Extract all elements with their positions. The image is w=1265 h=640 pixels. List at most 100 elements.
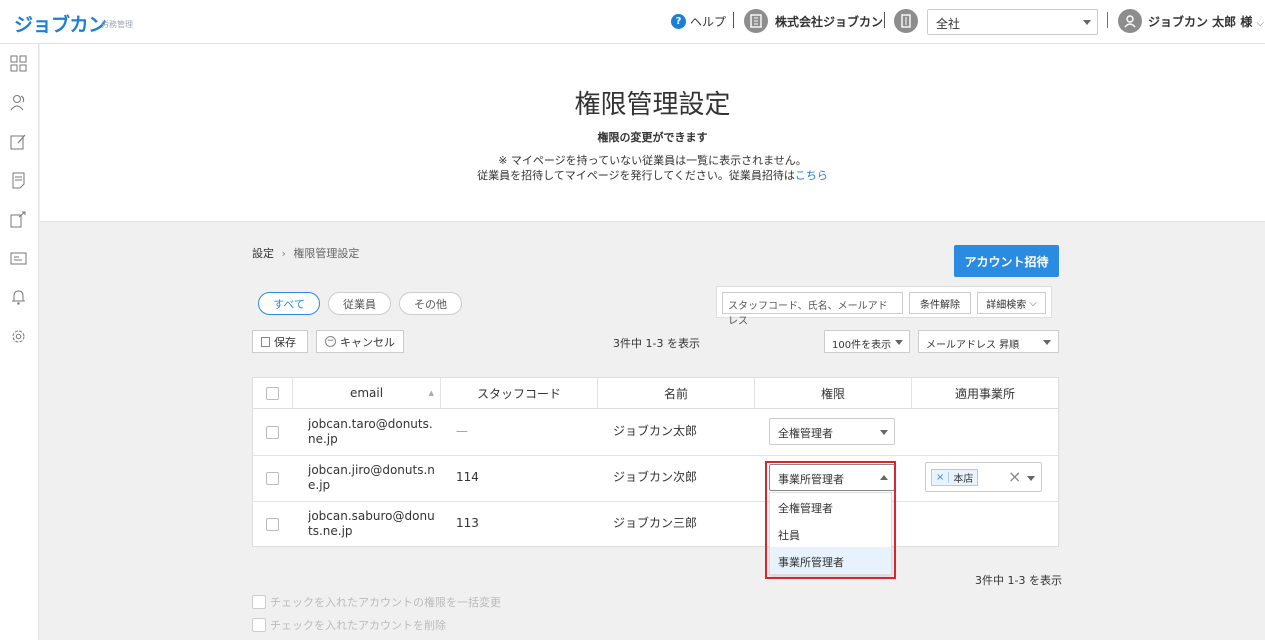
row-name: ジョブカン次郎: [613, 470, 698, 484]
search-input[interactable]: スタッフコード、氏名、メールアドレス: [722, 292, 903, 327]
page-title: 権限管理設定: [574, 90, 731, 120]
breadcrumb-settings[interactable]: 設定: [252, 247, 274, 260]
gear-icon[interactable]: [10, 328, 27, 345]
bulk-delete-link[interactable]: チェックを入れたアカウントを削除: [252, 617, 446, 633]
user-name: ジョブカン 太郎 様: [1148, 15, 1253, 29]
page-subtitle: 権限の変更ができます: [597, 131, 708, 144]
table-header-select: [253, 378, 293, 409]
user-menu[interactable]: ジョブカン 太郎 様 ⌵: [1148, 13, 1264, 30]
table-header-name: 名前: [598, 378, 755, 409]
filter-employees[interactable]: 従業員: [328, 292, 391, 315]
office-building-icon: [894, 9, 918, 33]
table-header-role: 権限: [755, 378, 912, 409]
header-divider: [733, 12, 734, 28]
row-divider: [253, 501, 1058, 502]
header-divider: [884, 12, 885, 28]
row-name: ジョブカン三郎: [613, 516, 698, 530]
user-avatar-icon[interactable]: [1118, 9, 1142, 33]
chevron-down-icon: [880, 430, 888, 435]
clear-conditions-button[interactable]: 条件解除: [909, 292, 971, 314]
table-header-office: 適用事業所: [912, 378, 1058, 409]
header-divider: [1107, 12, 1108, 28]
email-line: jobcan.saburo@donu: [308, 509, 435, 523]
minus-circle-icon: −: [325, 336, 336, 347]
breadcrumb-separator: ›: [281, 247, 286, 260]
remove-tag-icon[interactable]: ×: [932, 472, 950, 483]
email-line: ts.ne.jp: [308, 524, 353, 538]
highlight-frame: [765, 461, 896, 579]
email-line: jobcan.jiro@donuts.n: [308, 463, 435, 477]
office-select-value: 全社: [936, 17, 961, 31]
top-bar: ジョブカン 労務管理 ? ヘルプ 株式会社ジョブカン 全社 ジョブカン 太郎 様…: [0, 0, 1265, 44]
help-icon: ?: [671, 14, 686, 29]
cancel-label: キャンセル: [340, 335, 395, 349]
role-select-value: 全権管理者: [778, 427, 833, 440]
email-line: e.jp: [308, 478, 331, 492]
save-label: 保存: [274, 335, 296, 349]
sort-indicator-icon: ▲: [428, 389, 434, 397]
save-icon: [261, 336, 270, 347]
advanced-search-label: 詳細検索: [986, 299, 1027, 311]
page-note-invite: 従業員を招待してマイページを発行してください。従業員招待はこちら: [40, 167, 1265, 183]
email-line: jobcan.taro@donuts.: [308, 417, 433, 431]
filter-other[interactable]: その他: [399, 292, 462, 315]
role-select[interactable]: 全権管理者: [769, 418, 895, 445]
per-page-value: 100件を表示: [832, 340, 892, 351]
cancel-button[interactable]: − キャンセル: [316, 330, 404, 353]
id-card-icon[interactable]: [10, 250, 27, 267]
edit-document-icon[interactable]: [10, 133, 27, 150]
row-email: jobcan.saburo@donu ts.ne.jp: [308, 509, 435, 539]
row-checkbox[interactable]: [266, 426, 279, 439]
sidebar: [0, 44, 39, 640]
sort-select[interactable]: メールアドレス 昇順: [918, 330, 1059, 353]
table-header-email[interactable]: email ▲: [293, 378, 441, 409]
form-document-icon[interactable]: [10, 172, 27, 189]
save-button[interactable]: 保存: [252, 330, 308, 353]
row-email: jobcan.taro@donuts. ne.jp: [308, 417, 433, 447]
row-checkbox[interactable]: [266, 518, 279, 531]
bulk-change-label: チェックを入れたアカウントの権限を一括変更: [270, 596, 501, 609]
page-note: ※ マイページを持っていない従業員は一覧に表示されません。: [498, 154, 807, 167]
advanced-search-button[interactable]: 詳細検索 ⌵: [977, 292, 1046, 314]
row-divider: [253, 455, 1058, 456]
chevron-down-icon: [1027, 476, 1035, 481]
clear-icon[interactable]: ×: [1008, 467, 1021, 486]
employees-icon[interactable]: [10, 94, 27, 111]
row-checkbox[interactable]: [266, 472, 279, 485]
filter-all[interactable]: すべて: [258, 292, 320, 315]
bulk-delete-label: チェックを入れたアカウントを削除: [270, 619, 446, 632]
company-name: 株式会社ジョブカン: [775, 15, 884, 29]
column-label: email: [349, 386, 384, 400]
invite-note-text: 従業員を招待してマイページを発行してください。従業員招待は: [477, 169, 795, 182]
breadcrumb-current: 権限管理設定: [293, 247, 360, 260]
office-select[interactable]: 全社: [927, 9, 1098, 35]
office-tag: × 本店: [931, 469, 979, 486]
dashboard-grid-icon[interactable]: [10, 55, 27, 72]
chevron-down-icon: [1043, 340, 1051, 345]
trash-icon: [252, 618, 266, 632]
chevron-down-icon: ⌵: [1256, 18, 1265, 29]
invite-account-button[interactable]: アカウント招待: [954, 245, 1059, 277]
company-building-icon: [744, 9, 768, 33]
select-all-checkbox[interactable]: [266, 386, 279, 400]
pencil-icon: [252, 595, 266, 609]
bell-icon[interactable]: [10, 289, 27, 306]
result-count: 3件中 1-3 を表示: [613, 337, 700, 350]
row-staff-code: 114: [456, 470, 479, 484]
office-tag-label: 本店: [953, 474, 974, 485]
table-header-staff-code: スタッフコード: [441, 378, 598, 409]
sort-value: メールアドレス 昇順: [926, 340, 1020, 351]
row-staff-code: —: [456, 424, 468, 438]
invite-link[interactable]: こちら: [795, 169, 828, 182]
help-link[interactable]: ? ヘルプ: [671, 13, 726, 30]
bulk-change-role-link[interactable]: チェックを入れたアカウントの権限を一括変更: [252, 594, 501, 610]
result-count-bottom: 3件中 1-3 を表示: [975, 574, 1062, 587]
help-label: ヘルプ: [690, 15, 727, 29]
app-logo[interactable]: ジョブカン: [14, 10, 107, 37]
office-multiselect[interactable]: × 本店 ×: [925, 462, 1042, 492]
title-area: 権限管理設定 権限の変更ができます ※ マイページを持っていない従業員は一覧に表…: [40, 44, 1265, 222]
row-staff-code: 113: [456, 516, 479, 530]
per-page-select[interactable]: 100件を表示: [824, 330, 910, 353]
breadcrumb: 設定 › 権限管理設定: [252, 245, 359, 261]
export-document-icon[interactable]: [10, 211, 27, 228]
